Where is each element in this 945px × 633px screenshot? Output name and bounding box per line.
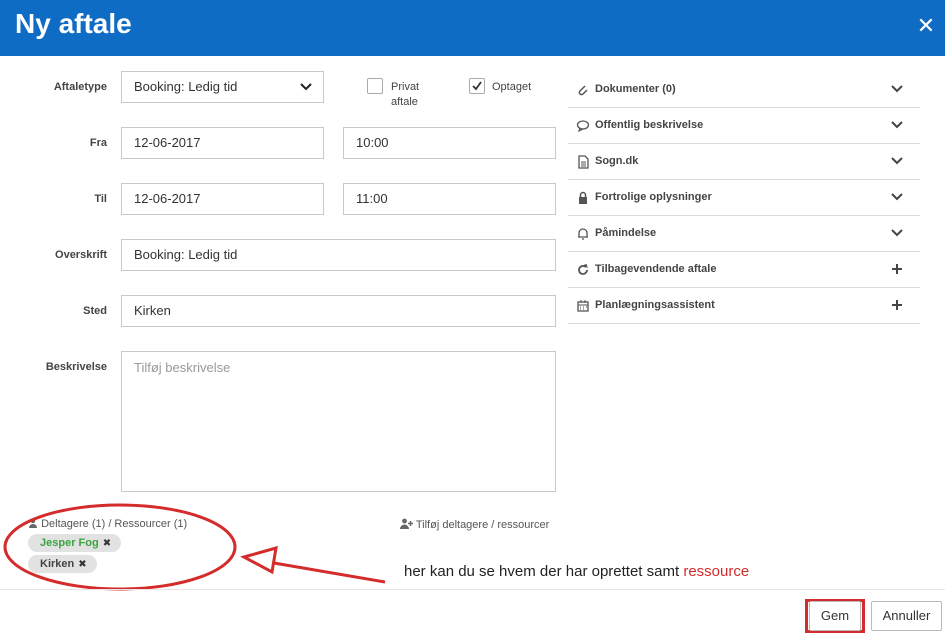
accordion-planning-label: Planlægningsassistent — [595, 299, 715, 311]
accordion-public-description-label: Offentlig beskrivelse — [595, 119, 704, 131]
accordion-reminder[interactable]: Påmindelse — [568, 216, 920, 252]
chevron-down-icon — [891, 85, 903, 93]
type-select[interactable]: Booking: Ledig tid — [121, 71, 324, 103]
accordion-sogn-label: Sogn.dk — [595, 155, 639, 167]
plus-icon — [892, 300, 902, 310]
save-button[interactable]: Gem — [809, 601, 861, 631]
heading-label: Overskrift — [55, 249, 107, 261]
private-label: Privat aftale — [391, 80, 419, 110]
refresh-icon — [578, 263, 588, 275]
type-select-value: Booking: Ledig tid — [134, 79, 238, 94]
add-participants-link[interactable]: Tilføj deltagere / ressourcer — [400, 518, 549, 531]
description-textarea[interactable]: Tilføj beskrivelse — [121, 351, 556, 492]
add-participants-text: Tilføj deltagere / ressourcer — [415, 519, 550, 531]
footer-divider — [0, 589, 945, 590]
heading-input[interactable]: Booking: Ledig tid — [121, 239, 556, 271]
to-date-input[interactable]: 12-06-2017 — [121, 183, 324, 215]
annotation-arrowhead — [240, 545, 278, 575]
place-label: Sted — [83, 305, 107, 317]
accordion-confidential-label: Fortrolige oplysninger — [595, 191, 712, 203]
accordion-documents-label: Dokumenter (0) — [595, 83, 676, 95]
accordion-reminder-label: Påmindelse — [595, 227, 657, 239]
place-input[interactable]: Kirken — [121, 295, 556, 327]
document-icon — [578, 155, 589, 169]
busy-checkbox[interactable] — [469, 78, 485, 94]
private-label-line1: Privat — [391, 81, 420, 93]
chevron-down-icon — [891, 229, 903, 237]
dialog-header: Ny aftale ✕ — [0, 0, 945, 56]
speech-bubble-icon — [576, 120, 590, 133]
from-label: Fra — [89, 137, 107, 149]
calendar-icon — [577, 300, 589, 312]
accordion-confidential[interactable]: Fortrolige oplysninger — [568, 180, 920, 216]
bell-icon — [578, 228, 588, 240]
dialog-title: Ny aftale — [15, 8, 132, 39]
description-label: Beskrivelse — [45, 361, 107, 373]
annotation-circle — [3, 503, 237, 591]
annotation-text-highlight: ressource — [683, 563, 750, 580]
lock-icon — [579, 191, 587, 204]
accordion-recurring-label: Tilbagevendende aftale — [595, 263, 717, 275]
annotation-overlay — [3, 503, 386, 591]
from-date-input[interactable]: 12-06-2017 — [121, 127, 324, 159]
accordion-planning[interactable]: Planlægningsassistent — [568, 288, 920, 324]
accordion-documents[interactable]: Dokumenter (0) — [568, 72, 920, 108]
annotation-text-main: her kan du se hvem der har oprettet samt — [404, 563, 680, 580]
annotation-arrow-line — [267, 560, 386, 584]
check-icon — [472, 81, 482, 91]
type-label: Aftaletype — [53, 81, 107, 93]
chevron-down-icon — [891, 121, 903, 129]
to-time-input[interactable]: 11:00 — [343, 183, 556, 215]
plus-icon — [892, 264, 902, 274]
to-label: Til — [94, 193, 107, 205]
accordion-sogn[interactable]: Sogn.dk — [568, 144, 920, 180]
chevron-down-icon — [891, 193, 903, 201]
private-label-line2: aftale — [391, 96, 418, 108]
private-checkbox[interactable] — [367, 78, 383, 94]
close-icon[interactable]: ✕ — [912, 12, 940, 40]
annotation-text: her kan du se hvem der har oprettet samt… — [404, 563, 749, 580]
busy-label: Optaget — [492, 81, 532, 93]
chevron-down-icon — [891, 157, 903, 165]
add-user-icon — [400, 518, 413, 529]
cancel-button[interactable]: Annuller — [871, 601, 942, 631]
chevron-down-icon — [300, 83, 312, 91]
accordion-recurring[interactable]: Tilbagevendende aftale — [568, 252, 920, 288]
accordion-public-description[interactable]: Offentlig beskrivelse — [568, 108, 920, 144]
paperclip-icon — [578, 85, 588, 96]
from-time-input[interactable]: 10:00 — [343, 127, 556, 159]
